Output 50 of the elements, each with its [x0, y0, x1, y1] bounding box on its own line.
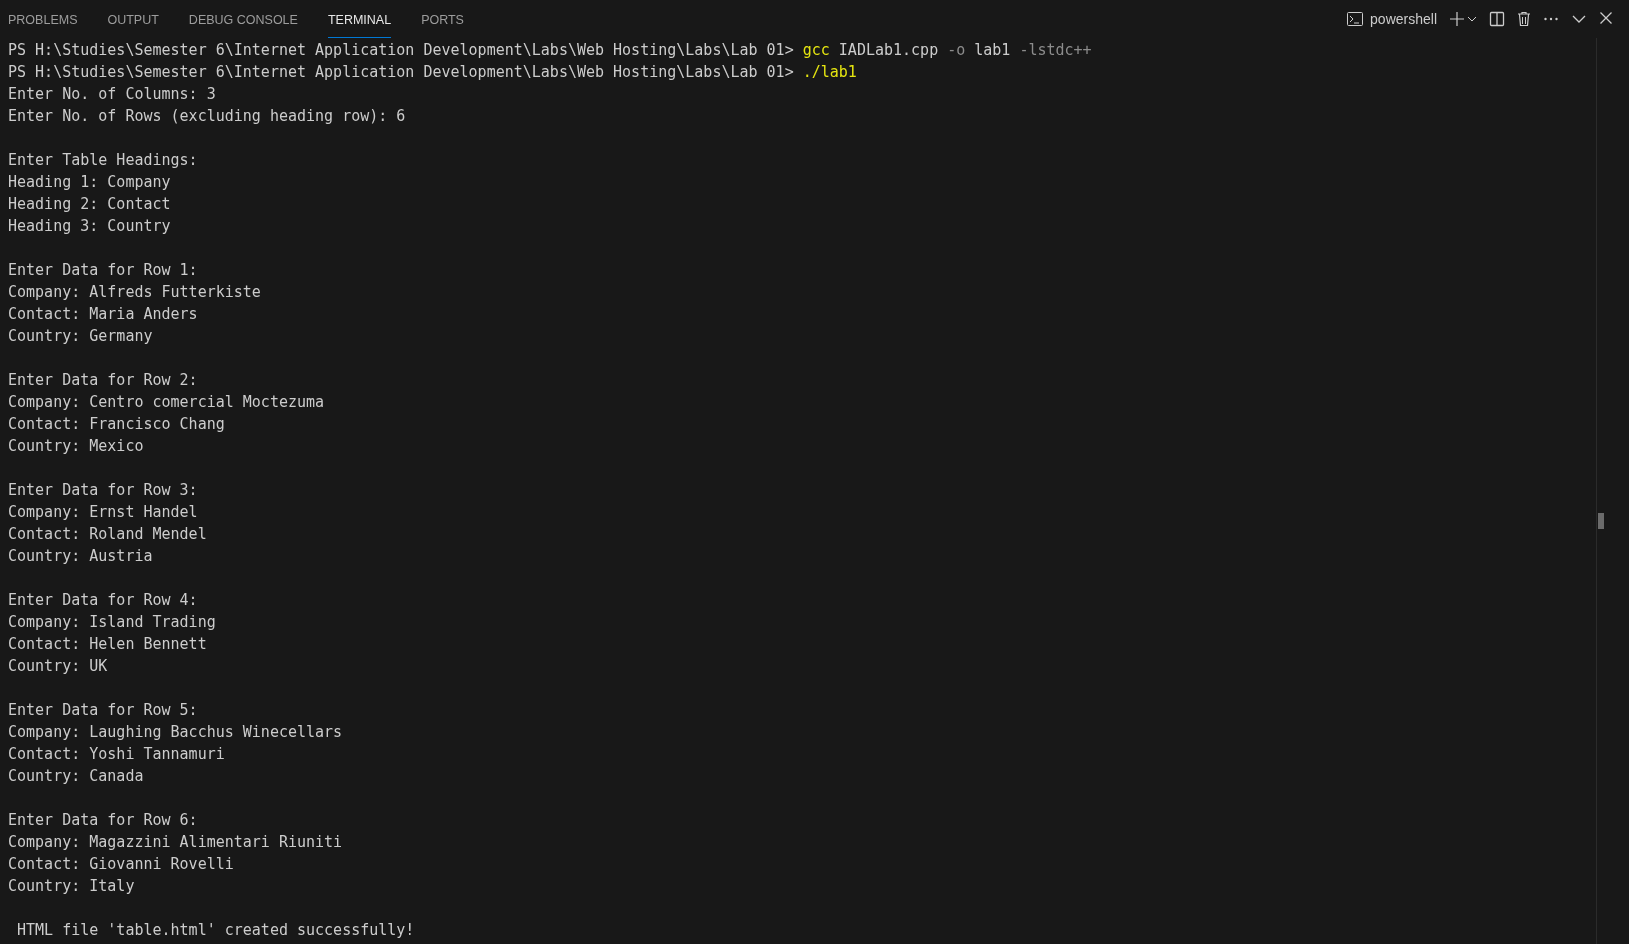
terminal-output-line: Enter No. of Columns: 3 — [8, 84, 216, 105]
terminal-output-line: Country: UK — [8, 656, 108, 677]
terminal-output-line: Enter Data for Row 6: — [8, 810, 198, 831]
terminal-output-line: Contact: Yoshi Tannamuri — [8, 744, 225, 765]
split-icon[interactable] — [1489, 11, 1505, 27]
terminal-output-line: Enter Table Headings: — [8, 150, 198, 171]
terminal-output-line: Enter Data for Row 2: — [8, 370, 198, 391]
terminal-prompt: PS H:\Studies\Semester 6\Internet Application Development\Labs\Web Hosting\Labs\Lab 01> — [8, 62, 795, 83]
panel-tab[interactable]: PORTS — [421, 0, 464, 38]
panel-tab[interactable]: PROBLEMS — [8, 0, 78, 38]
terminal-output-line: Contact: Giovanni Rovelli — [8, 854, 234, 875]
terminal-output-line: Country: Mexico — [8, 436, 144, 457]
panel-tab[interactable]: TERMINAL — [327, 0, 392, 38]
plus-icon[interactable] — [1449, 11, 1465, 27]
command-name: gcc — [802, 40, 830, 61]
command-argument: IADLab1.cpp — [838, 40, 939, 61]
panel-tab[interactable]: DEBUG CONSOLE — [188, 0, 298, 38]
terminal-output-line: Country: Austria — [8, 546, 153, 567]
trash-icon[interactable] — [1517, 11, 1531, 27]
terminal-prompt: PS H:\Studies\Semester 6\Internet Application Development\Labs\Web Hosting\Labs\Lab 01> — [8, 40, 795, 61]
terminal-output-line: Contact: Helen Bennett — [8, 634, 207, 655]
terminal-output-line: Country: Italy — [8, 876, 135, 897]
command-option-text: -lstdc++ — [1019, 40, 1092, 61]
terminal-output-line: Contact: Francisco Chang — [8, 414, 225, 435]
terminal-output-line: Company: Ernst Handel — [8, 502, 198, 523]
terminal-output-line: HTML file 'table.html' created successfully! — [16, 920, 415, 941]
terminal-output-line: Country: Canada — [8, 766, 144, 787]
terminal-output-line: Heading 3: Country — [8, 216, 171, 237]
terminal-output-line: Contact: Maria Anders — [8, 304, 198, 325]
terminal-output-line: Enter Data for Row 1: — [8, 260, 198, 281]
command-option-text: -o — [947, 40, 966, 61]
terminal-icon — [1346, 11, 1365, 27]
terminal-output-line: Company: Centro comercial Moctezuma — [8, 392, 325, 413]
command-argument: lab1 — [974, 40, 1011, 61]
terminal-output-line: Company: Alfreds Futterkiste — [8, 282, 261, 303]
terminal-output-line: Heading 2: Contact — [8, 194, 171, 215]
terminal-output-line: Company: Island Trading — [8, 612, 216, 633]
command-name: ./lab1 — [802, 62, 857, 83]
terminal-output-line: Heading 1: Company — [8, 172, 171, 193]
terminal-output-line: Enter Data for Row 5: — [8, 700, 198, 721]
shell-selector[interactable]: powershell — [1346, 11, 1437, 27]
terminal-output-line: Contact: Roland Mendel — [8, 524, 207, 545]
terminal-output-line: Enter Data for Row 4: — [8, 590, 198, 611]
scrollbar-thumb[interactable] — [1598, 513, 1604, 529]
terminal-output-line: Country: Germany — [8, 326, 153, 347]
terminal-output-line: Enter No. of Rows (excluding heading row): 6 — [8, 106, 406, 127]
terminal-output-line: Company: Magazzini Alimentari Riuniti — [8, 832, 343, 853]
terminal-output-line: Enter Data for Row 3: — [8, 480, 198, 501]
panel-tab[interactable]: OUTPUT — [107, 0, 159, 38]
terminal-output-line: Company: Laughing Bacchus Winecellars — [8, 722, 343, 743]
